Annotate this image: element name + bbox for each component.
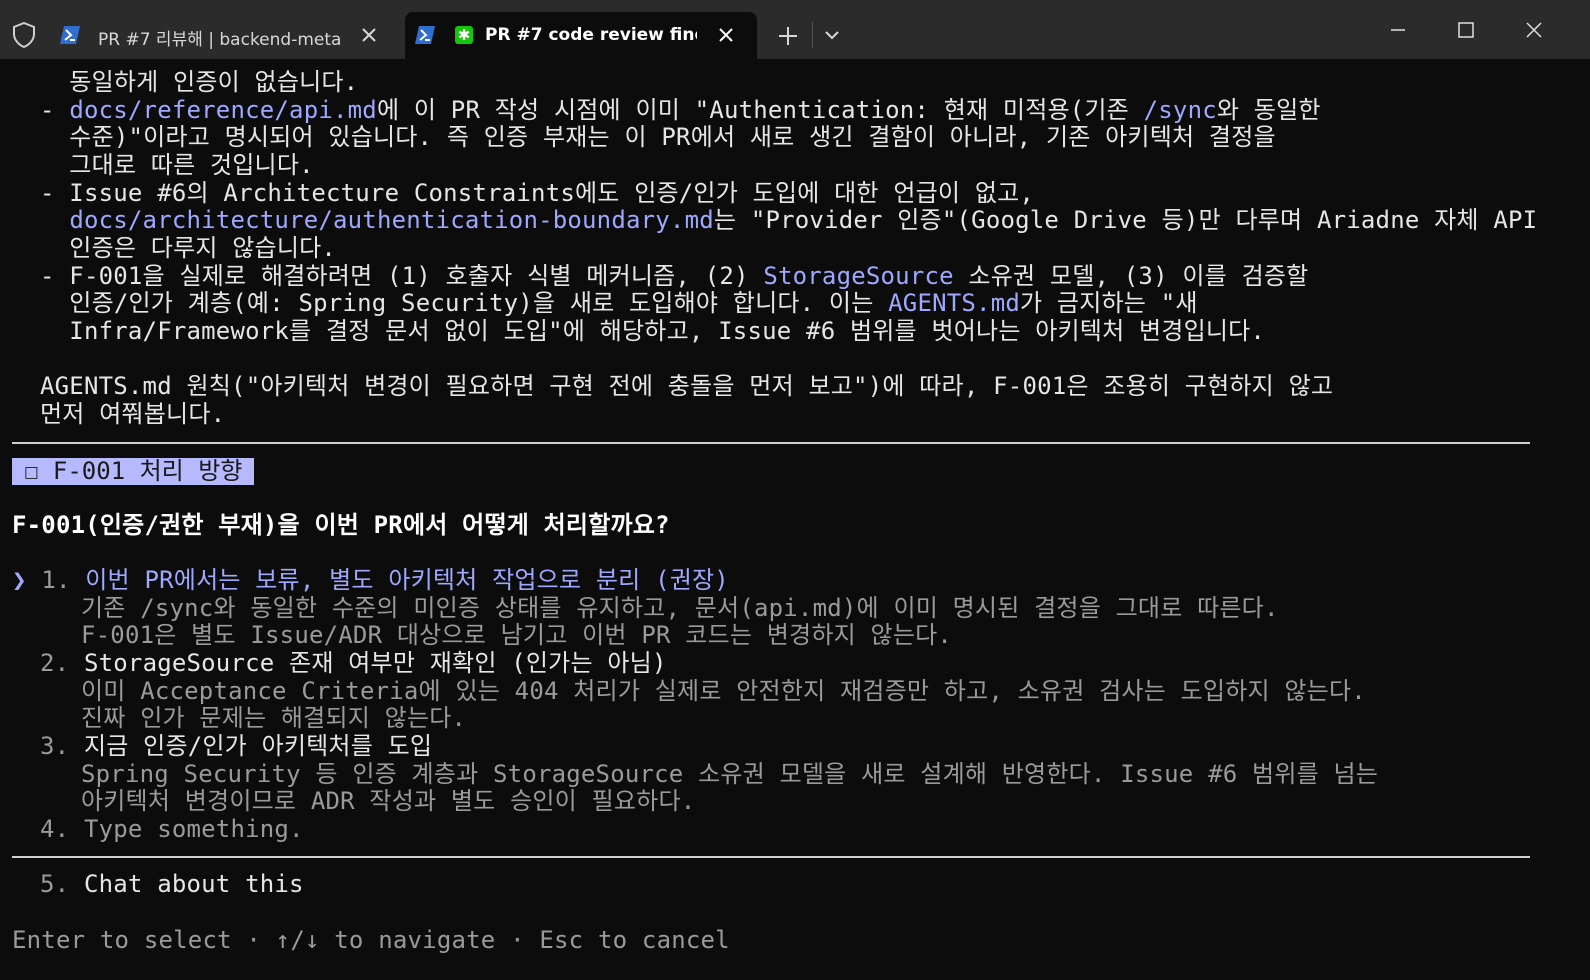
option-1[interactable]: ❯ 1. 이번 PR에서는 보류, 별도 아키텍처 작업으로 분리 (권장): [12, 566, 729, 594]
asterisk-activity-icon: ✱: [455, 26, 473, 44]
text-line: Infra/Framework를 결정 문서 없이 도입"에 해당하고, Iss…: [40, 317, 1266, 345]
text-line: docs/architecture/authentication-boundar…: [69, 206, 1538, 234]
path-link: /sync: [1143, 96, 1217, 124]
tab-title: PR #7 code review findin: [485, 25, 697, 45]
text-line: 동일하게 인증이 없습니다.: [40, 68, 359, 96]
text-line: 인증은 다루지 않습니다.: [40, 234, 337, 262]
file-link[interactable]: docs/reference/api.md: [69, 96, 377, 124]
option-label: StorageSource 존재 여부만 재확인 (인가는 아님): [83, 649, 667, 677]
text-line: 먼저 여쭤봅니다.: [40, 400, 226, 428]
code-ref: StorageSource: [763, 262, 954, 290]
text-line: 그대로 따른 것입니다.: [40, 151, 314, 179]
divider: [12, 856, 1530, 858]
text-line: AGENTS.md 원칙("아키텍처 변경이 필요하면 구현 전에 충돌을 먼저…: [40, 372, 1334, 400]
tab-title: PR #7 리뷰해 | backend-metad: [98, 30, 340, 50]
keyboard-hint-footer: Enter to select · ↑/↓ to navigate · Esc …: [12, 926, 730, 954]
option-2[interactable]: 2. StorageSource 존재 여부만 재확인 (인가는 아님): [40, 649, 667, 677]
text-line: - docs/reference/api.md에 이 PR 작성 시점에 이미 …: [40, 96, 1321, 124]
option-label: 이번 PR에서는 보류, 별도 아키텍처 작업으로 분리 (권장): [85, 566, 729, 594]
maximize-icon[interactable]: [1454, 18, 1478, 42]
window-close-icon[interactable]: [1522, 18, 1546, 42]
option-4-type-something[interactable]: 4. Type something.: [40, 815, 304, 843]
shield-icon: [13, 22, 35, 48]
option-label: 지금 인증/인가 아키텍처를 도입: [83, 732, 433, 760]
close-icon[interactable]: [715, 24, 737, 46]
file-link[interactable]: docs/architecture/authentication-boundar…: [69, 206, 714, 234]
option-description: Spring Security 등 인증 계층과 StorageSource 소…: [81, 760, 1379, 788]
new-tab-plus-icon[interactable]: [776, 24, 800, 48]
tab-separator: [812, 22, 813, 48]
option-description: 이미 Acceptance Criteria에 있는 404 처리가 실제로 안…: [81, 677, 1366, 705]
minimize-icon[interactable]: [1386, 18, 1410, 42]
close-icon[interactable]: [358, 24, 380, 46]
option-description: 기존 /sync와 동일한 수준의 미인증 상태를 유지하고, 문서(api.m…: [81, 594, 1279, 622]
powershell-icon: [60, 26, 80, 44]
option-3[interactable]: 3. 지금 인증/인가 아키텍처를 도입: [40, 732, 432, 760]
text-line: 인증/인가 계층(예: Spring Security)을 새로 도입해야 합니…: [40, 289, 1198, 317]
chevron-down-icon[interactable]: [822, 28, 842, 42]
question-text: F-001(인증/권한 부재)을 이번 PR에서 어떻게 처리할까요?: [12, 511, 670, 539]
divider: [12, 442, 1530, 444]
tab-backend-review[interactable]: PR #7 리뷰해 | backend-metad: [48, 12, 402, 59]
file-link[interactable]: AGENTS.md: [888, 289, 1020, 317]
question-header-tag: ☐ F-001 처리 방향: [12, 458, 255, 485]
option-label: Chat about this: [83, 870, 304, 898]
option-label: Type something.: [83, 815, 304, 843]
selection-cursor: ❯: [12, 566, 27, 594]
terminal-output: 동일하게 인증이 없습니다. - docs/reference/api.md에 …: [0, 59, 1590, 980]
text-line: 수준)"이라고 명시되어 있습니다. 즉 인증 부재는 이 PR에서 새로 생긴…: [40, 123, 1276, 151]
option-5-chat[interactable]: 5. Chat about this: [40, 870, 304, 898]
option-description: 진짜 인가 문제는 해결되지 않는다.: [81, 704, 467, 732]
option-description: 아키텍처 변경이므로 ADR 작성과 별도 승인이 필요하다.: [81, 787, 696, 815]
text-line: - Issue #6의 Architecture Constraints에도 인…: [40, 179, 1035, 207]
option-description: F-001은 별도 Issue/ADR 대상으로 남기고 이번 PR 코드는 변…: [81, 621, 953, 649]
powershell-icon: [415, 26, 435, 44]
text-line: - F-001을 실제로 해결하려면 (1) 호출자 식별 메커니즘, (2) …: [40, 262, 1309, 290]
tab-code-review-findings[interactable]: ✱ PR #7 code review findin: [405, 12, 757, 59]
title-bar: PR #7 리뷰해 | backend-metad ✱ PR #7 code r…: [0, 0, 1590, 59]
